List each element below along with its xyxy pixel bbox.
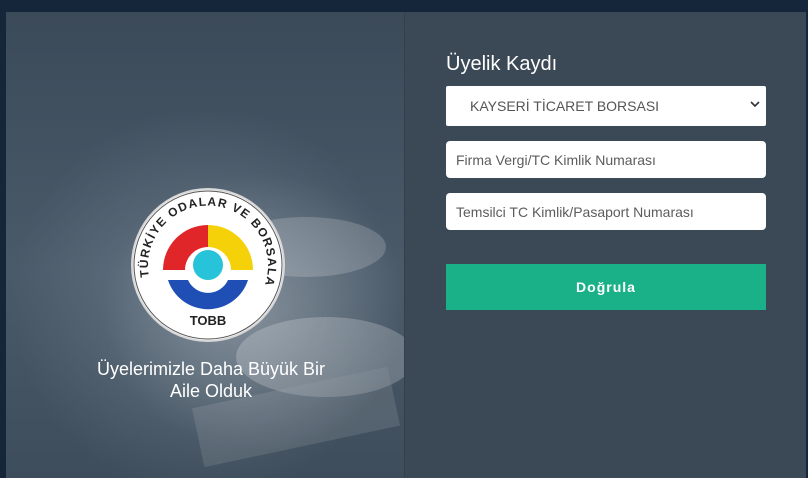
chevron-down-icon <box>750 101 760 108</box>
tax-id-placeholder: Firma Vergi/TC Kimlik Numarası <box>456 152 656 168</box>
form-title: Üyelik Kaydı <box>446 53 558 75</box>
slogan: Üyelerimizle Daha Büyük Bir Aile Olduk <box>46 358 376 402</box>
tobb-logo: TÜRKİYE ODALAR VE BORSALAR BİRLİĞİ TOBB <box>128 185 285 342</box>
exchange-select[interactable]: KAYSERİ TİCARET BORSASI <box>446 86 766 126</box>
registration-window: TÜRKİYE ODALAR VE BORSALAR BİRLİĞİ TOBB … <box>6 12 806 478</box>
verify-button[interactable]: Doğrula <box>446 264 766 310</box>
slogan-line-1: Üyelerimizle Daha Büyük Bir <box>96 359 326 379</box>
promo-panel: TÜRKİYE ODALAR VE BORSALAR BİRLİĞİ TOBB … <box>6 12 406 478</box>
slogan-line-2: Aile Olduk <box>169 381 253 401</box>
representative-id-placeholder: Temsilci TC Kimlik/Pasaport Numarası <box>456 204 694 220</box>
tax-id-input[interactable]: Firma Vergi/TC Kimlik Numarası <box>446 141 766 178</box>
svg-text:TOBB: TOBB <box>190 313 227 328</box>
registration-form: Üyelik Kaydı KAYSERİ TİCARET BORSASI Fir… <box>404 12 806 478</box>
representative-id-input[interactable]: Temsilci TC Kimlik/Pasaport Numarası <box>446 193 766 230</box>
exchange-select-value: KAYSERİ TİCARET BORSASI <box>470 98 660 114</box>
